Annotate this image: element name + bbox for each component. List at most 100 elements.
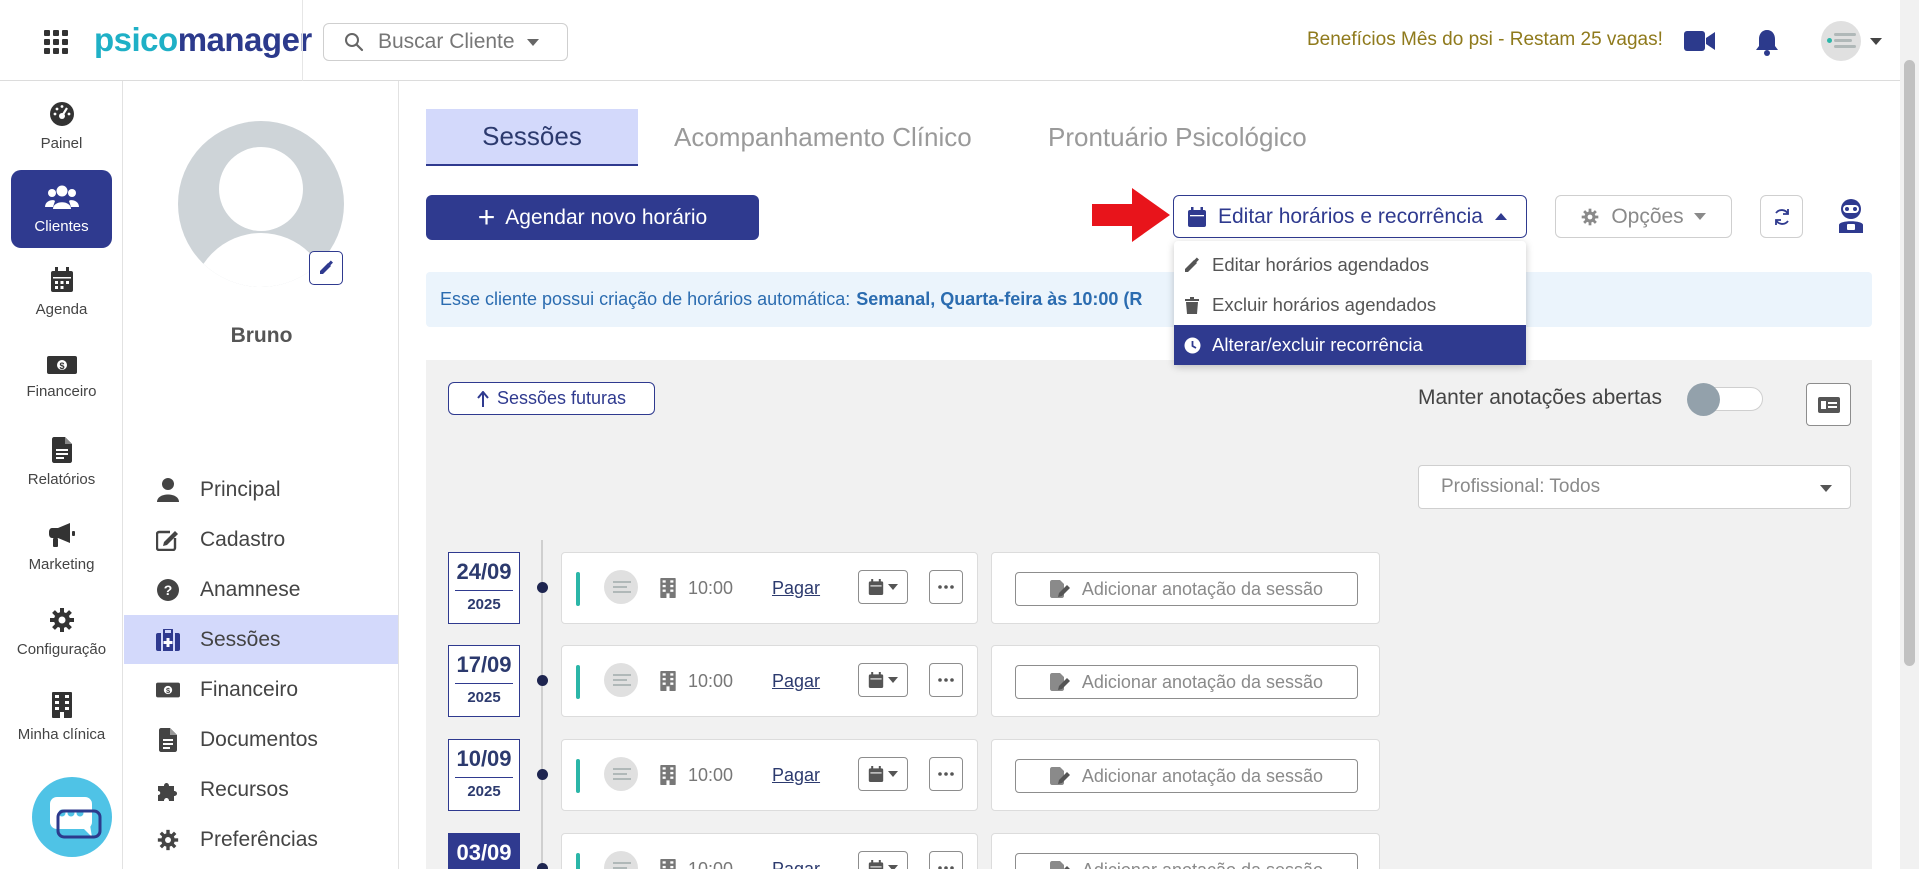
add-session-note-button[interactable]: Adicionar anotação da sessão	[1015, 572, 1358, 606]
recurrence-info-banner: Esse cliente possui criação de horários …	[426, 272, 1872, 327]
client-menu-preferencias[interactable]: Preferências	[124, 815, 398, 864]
professional-avatar	[604, 757, 638, 791]
session-date-box: 10/09 2025	[448, 739, 520, 811]
money-icon: $	[46, 355, 77, 374]
nav-item-configuracao[interactable]: Configuração	[11, 593, 112, 671]
gear-icon	[157, 829, 179, 850]
main-nav: Painel Clientes Agenda $ Financeiro Rela…	[0, 81, 123, 869]
pay-link[interactable]: Pagar	[772, 765, 820, 786]
keep-notes-open-toggle[interactable]	[1687, 383, 1763, 416]
pay-link[interactable]: Pagar	[772, 859, 820, 869]
professional-filter-select[interactable]: Profissional: Todos	[1418, 465, 1851, 509]
nav-item-relatorios[interactable]: Relatórios	[11, 423, 112, 501]
nav-label: Painel	[40, 134, 83, 152]
timeline-dot	[537, 582, 548, 593]
bell-icon[interactable]	[1754, 28, 1780, 56]
dropdown-item-delete-scheduled[interactable]: Excluir horários agendados	[1174, 285, 1526, 325]
client-menu-label: Recursos	[200, 777, 289, 801]
session-time: 10:00	[688, 671, 734, 691]
nav-label: Marketing	[28, 555, 95, 573]
pencil-icon	[1185, 257, 1199, 272]
building-icon	[660, 859, 676, 869]
client-menu-cadastro[interactable]: Cadastro	[124, 515, 398, 564]
video-camera-icon[interactable]	[1684, 30, 1716, 52]
edit-photo-button[interactable]	[309, 251, 343, 285]
professional-avatar	[604, 663, 638, 697]
more-dots-icon	[938, 772, 954, 776]
clock-icon	[1184, 337, 1200, 353]
chat-support-button[interactable]	[32, 777, 112, 857]
trash-icon	[1185, 296, 1199, 314]
client-menu-label: Documentos	[200, 727, 318, 751]
client-menu-sessoes[interactable]: Sessões	[124, 615, 398, 664]
more-options-button[interactable]	[929, 663, 963, 697]
tab-acompanhamento-clinico[interactable]: Acompanhamento Clínico	[674, 109, 972, 166]
reschedule-button[interactable]	[858, 570, 908, 604]
scrollbar-thumb[interactable]	[1904, 60, 1915, 666]
client-menu-label: Anamnese	[200, 577, 301, 601]
add-note-label: Adicionar anotação da sessão	[1081, 765, 1324, 786]
app-logo[interactable]: psicomanager	[94, 20, 312, 60]
nav-item-marketing[interactable]: Marketing	[11, 508, 112, 586]
future-sessions-button[interactable]: Sessões futuras	[448, 382, 655, 415]
pay-link[interactable]: Pagar	[772, 578, 820, 599]
add-session-note-button[interactable]: Adicionar anotação da sessão	[1015, 665, 1358, 699]
edit-schedule-recurrence-button[interactable]: Editar horários e recorrência	[1173, 195, 1527, 238]
client-menu-principal[interactable]: Principal	[124, 465, 398, 514]
dropdown-item-label: Editar horários agendados	[1212, 254, 1430, 275]
client-search[interactable]: Buscar Cliente	[323, 23, 568, 61]
nav-item-minha-clinica[interactable]: Minha clínica	[11, 678, 112, 756]
more-options-button[interactable]	[929, 570, 963, 604]
nav-item-agenda[interactable]: Agenda	[11, 253, 112, 331]
calendar-icon	[50, 266, 73, 292]
client-menu-financeiro[interactable]: $ Financeiro	[124, 665, 398, 714]
options-button[interactable]: Opções	[1555, 195, 1732, 238]
gear-icon	[49, 607, 74, 632]
more-options-button[interactable]	[929, 757, 963, 791]
add-session-note-button[interactable]: Adicionar anotação da sessão	[1015, 853, 1358, 869]
nav-label: Clientes	[34, 217, 89, 235]
nav-label: Agenda	[35, 300, 88, 318]
id-card-button[interactable]	[1806, 383, 1851, 426]
chat-icon	[50, 797, 102, 839]
nav-item-painel[interactable]: Painel	[11, 87, 112, 165]
client-menu-anamnese[interactable]: ? Anamnese	[124, 565, 398, 614]
chevron-down-icon[interactable]	[1870, 38, 1882, 45]
session-time: 10:00	[688, 859, 734, 869]
building-icon	[660, 765, 676, 785]
reschedule-button[interactable]	[858, 757, 908, 791]
reschedule-button[interactable]	[858, 663, 908, 697]
tab-sessoes[interactable]: Sessões	[426, 109, 638, 166]
note-edit-icon	[1049, 861, 1070, 869]
session-note-card: Adicionar anotação da sessão	[991, 739, 1380, 811]
search-icon	[345, 33, 364, 52]
add-session-note-button[interactable]: Adicionar anotação da sessão	[1015, 759, 1358, 793]
chevron-down-icon	[1693, 213, 1706, 220]
client-menu-recursos[interactable]: Recursos	[124, 765, 398, 814]
more-options-button[interactable]	[929, 851, 963, 869]
new-schedule-label: Agendar novo horário	[505, 205, 708, 229]
reschedule-button[interactable]	[858, 851, 908, 869]
new-schedule-button[interactable]: + Agendar novo horário	[426, 195, 759, 240]
session-date-box: 03/09 2025	[448, 833, 520, 869]
page-scrollbar[interactable]	[1900, 0, 1919, 869]
apps-grid-icon[interactable]	[44, 30, 68, 54]
nav-item-financeiro[interactable]: $ Financeiro	[11, 338, 112, 416]
timeline-dot	[537, 675, 548, 686]
keep-notes-open-label: Manter anotações abertas	[1418, 386, 1662, 409]
timeline-dot	[537, 769, 548, 780]
user-avatar[interactable]	[1821, 21, 1861, 61]
tab-prontuario-psicologico[interactable]: Prontuário Psicológico	[1048, 109, 1307, 166]
session-year: 2025	[455, 683, 513, 706]
dropdown-item-change-delete-recurrence[interactable]: Alterar/excluir recorrência	[1174, 325, 1526, 365]
dropdown-item-edit-scheduled[interactable]: Editar horários agendados	[1174, 245, 1526, 285]
promo-link[interactable]: Benefícios Mês do psi - Restam 25 vagas!	[1307, 29, 1663, 51]
plus-icon: +	[477, 200, 496, 234]
robot-assistant-icon[interactable]	[1834, 198, 1868, 234]
session-date: 10/09	[456, 746, 512, 771]
client-menu-documentos[interactable]: Documentos	[124, 715, 398, 764]
edit-icon	[156, 530, 178, 551]
refresh-button[interactable]	[1760, 195, 1803, 238]
pay-link[interactable]: Pagar	[772, 671, 820, 692]
nav-item-clientes[interactable]: Clientes	[11, 170, 112, 248]
